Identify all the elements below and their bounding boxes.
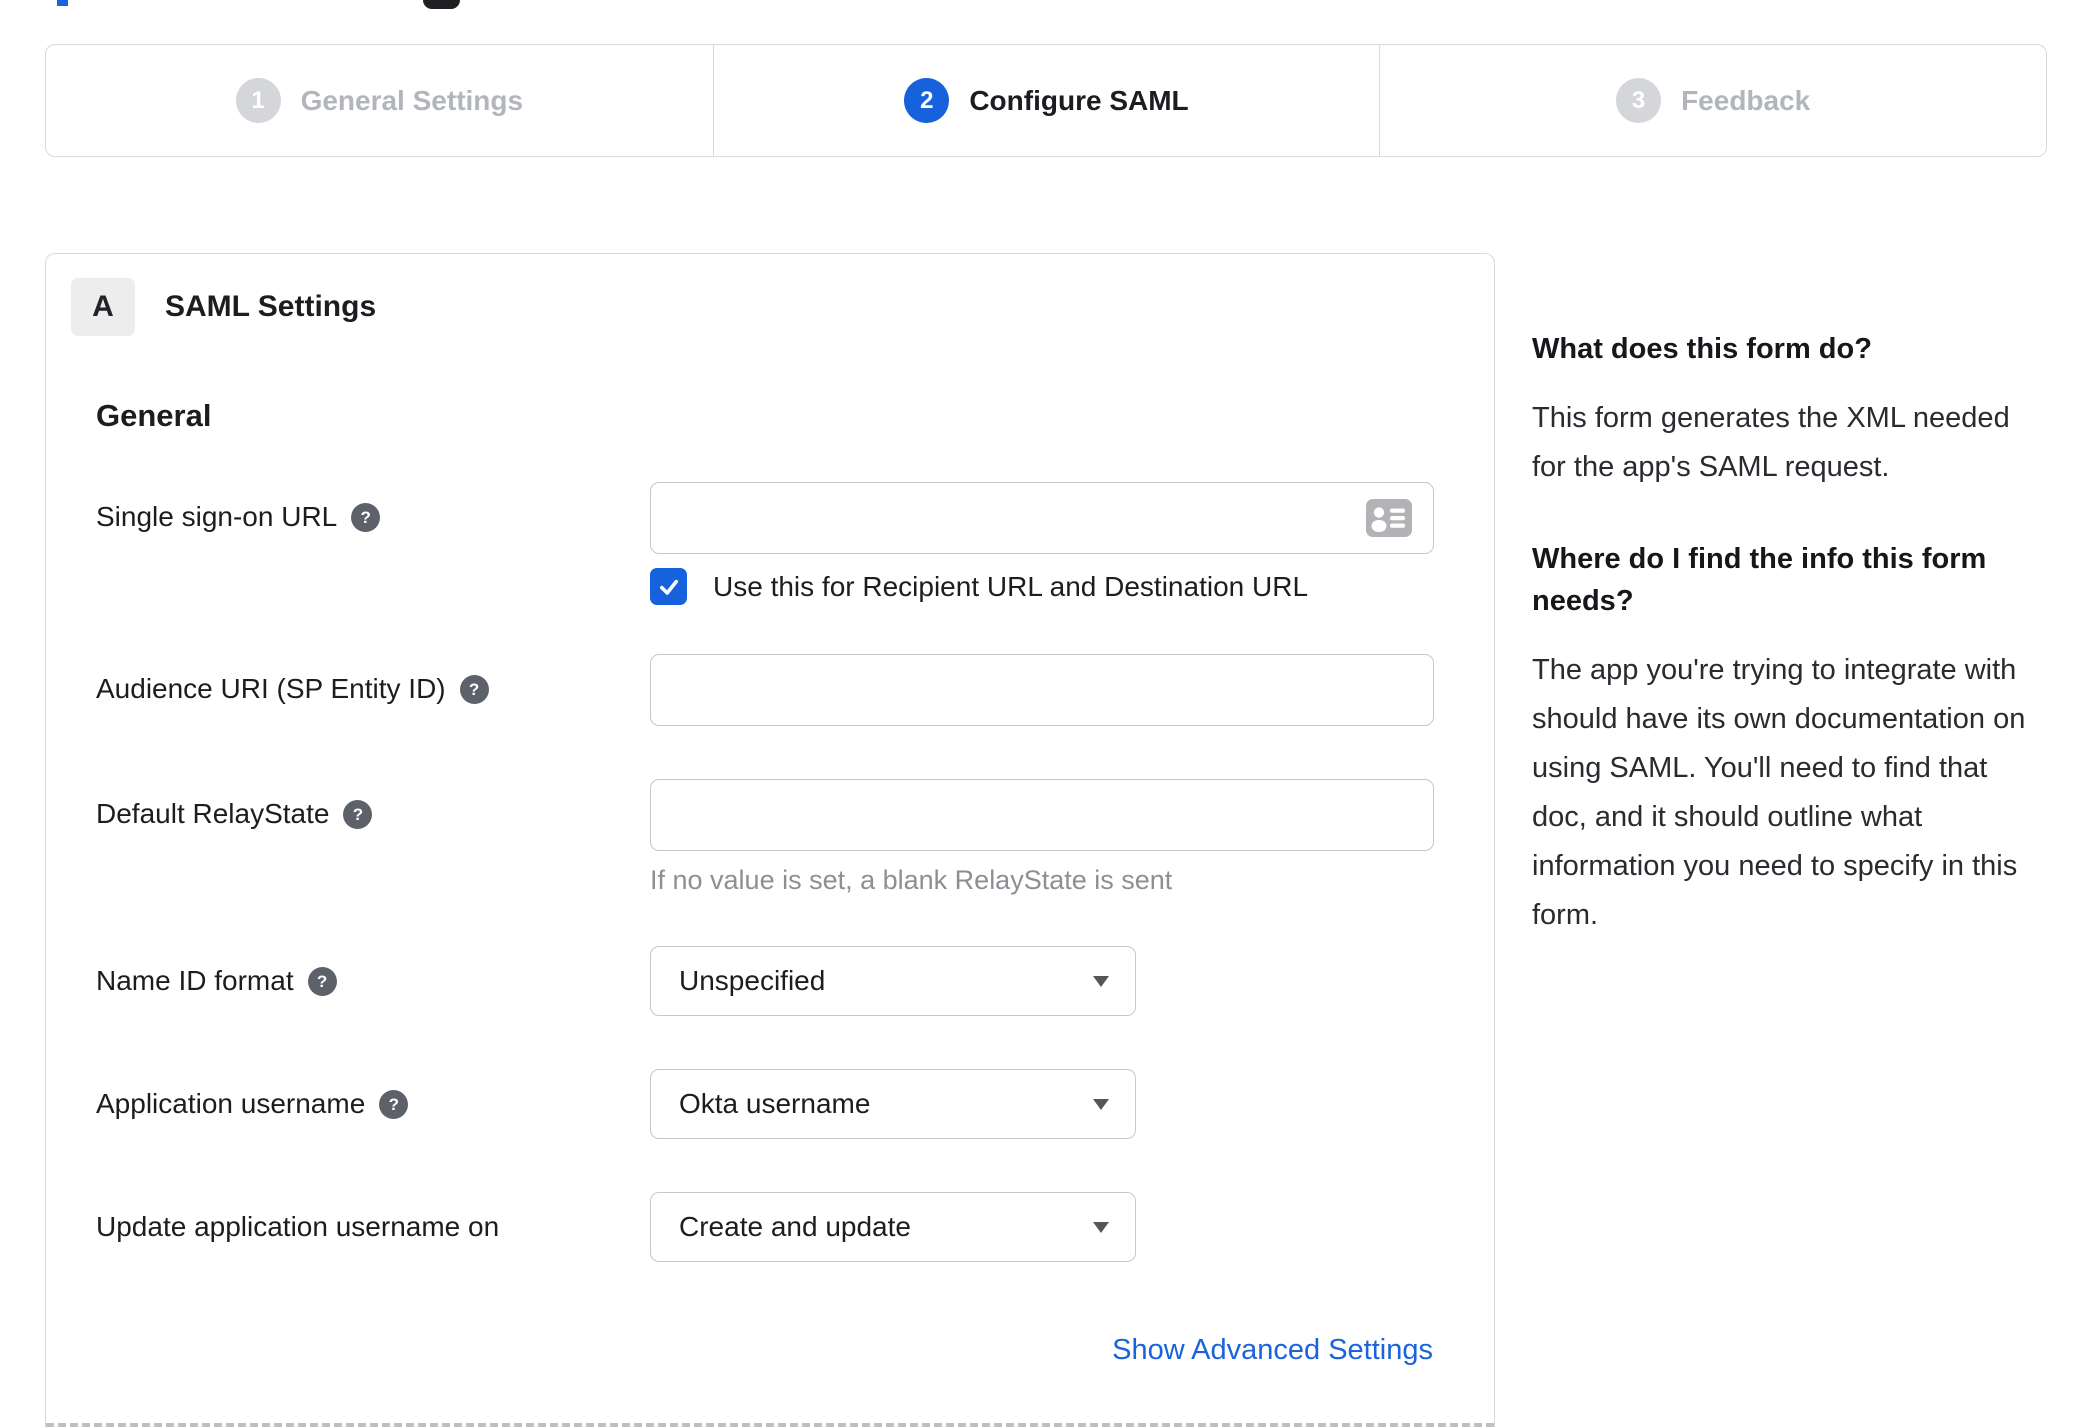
checkmark-icon [659, 579, 678, 595]
step-label: General Settings [300, 84, 524, 116]
single-sign-on-url-label: Single sign-on URL ? [96, 482, 650, 605]
application-username-select[interactable]: Okta username [650, 1069, 1136, 1139]
row-default-relaystate: Default RelayState ? If no value is set,… [46, 779, 1494, 896]
sidebar-body-what: This form generates the XML needed for t… [1532, 402, 2010, 483]
row-single-sign-on-url: Single sign-on URL ? Use this for Recipi… [46, 482, 1494, 605]
panel-header: A SAML Settings [71, 278, 1494, 336]
cropped-header-artifact-dark [423, 0, 460, 9]
audience-uri-input[interactable] [650, 654, 1434, 726]
step-label: Feedback [1681, 84, 1811, 116]
help-icon[interactable]: ? [343, 800, 373, 829]
saml-settings-panel: A SAML Settings General Single sign-on U… [45, 253, 1495, 1427]
help-sidebar: What does this form do? This form genera… [1532, 328, 2048, 986]
panel-title: SAML Settings [165, 290, 377, 323]
help-icon[interactable]: ? [379, 1090, 409, 1119]
cropped-header-artifact-blue [57, 0, 68, 6]
sidebar-heading-where: Where do I find the info this form needs… [1532, 543, 1987, 617]
audience-uri-label: Audience URI (SP Entity ID) ? [96, 654, 650, 726]
update-application-username-label: Update application username on [96, 1211, 500, 1242]
sidebar-heading-what: What does this form do? [1532, 333, 1872, 365]
step-general-settings[interactable]: 1 General Settings [46, 45, 713, 156]
name-id-format-label: Name ID format ? [96, 946, 650, 1016]
default-relaystate-label: Default RelayState ? [96, 779, 650, 896]
chevron-down-icon [1093, 975, 1109, 987]
name-id-format-select[interactable]: Unspecified [650, 946, 1136, 1016]
application-username-label: Application username ? [96, 1069, 650, 1139]
row-update-application-username: Update application username on Create an… [46, 1192, 1494, 1262]
step-number-badge: 1 [235, 78, 281, 123]
chevron-down-icon [1093, 1221, 1109, 1233]
recipient-destination-checkbox-label: Use this for Recipient URL and Destinati… [713, 570, 1309, 602]
step-label: Configure SAML [969, 84, 1189, 116]
sidebar-body-where: The app you're trying to integrate with … [1532, 654, 2026, 931]
section-a-badge: A [71, 278, 135, 336]
step-number-badge: 2 [904, 78, 950, 123]
row-application-username: Application username ? Okta username [46, 1069, 1494, 1139]
step-configure-saml[interactable]: 2 Configure SAML [712, 45, 1380, 156]
relaystate-hint: If no value is set, a blank RelayState i… [650, 865, 1173, 895]
section-dashed-divider [46, 1423, 1494, 1427]
show-advanced-settings-link[interactable]: Show Advanced Settings [1112, 1334, 1433, 1366]
advanced-settings-row: Show Advanced Settings [46, 1334, 1494, 1367]
help-icon[interactable]: ? [351, 503, 381, 532]
help-icon[interactable]: ? [459, 675, 489, 704]
row-audience-uri: Audience URI (SP Entity ID) ? [46, 654, 1494, 726]
step-feedback[interactable]: 3 Feedback [1379, 45, 2046, 156]
general-section-title: General [96, 398, 212, 433]
saml-general-form: Single sign-on URL ? Use this for Recipi… [46, 482, 1494, 1262]
contact-card-icon [1366, 499, 1412, 537]
recipient-destination-checkbox[interactable] [650, 568, 687, 605]
default-relaystate-input[interactable] [650, 779, 1434, 851]
single-sign-on-url-input[interactable] [650, 482, 1434, 554]
step-number-badge: 3 [1616, 78, 1662, 123]
chevron-down-icon [1093, 1098, 1109, 1110]
update-application-username-select[interactable]: Create and update [650, 1192, 1136, 1262]
row-name-id-format: Name ID format ? Unspecified [46, 946, 1494, 1016]
help-icon[interactable]: ? [307, 967, 337, 996]
wizard-stepper: 1 General Settings 2 Configure SAML 3 Fe… [45, 44, 2047, 157]
